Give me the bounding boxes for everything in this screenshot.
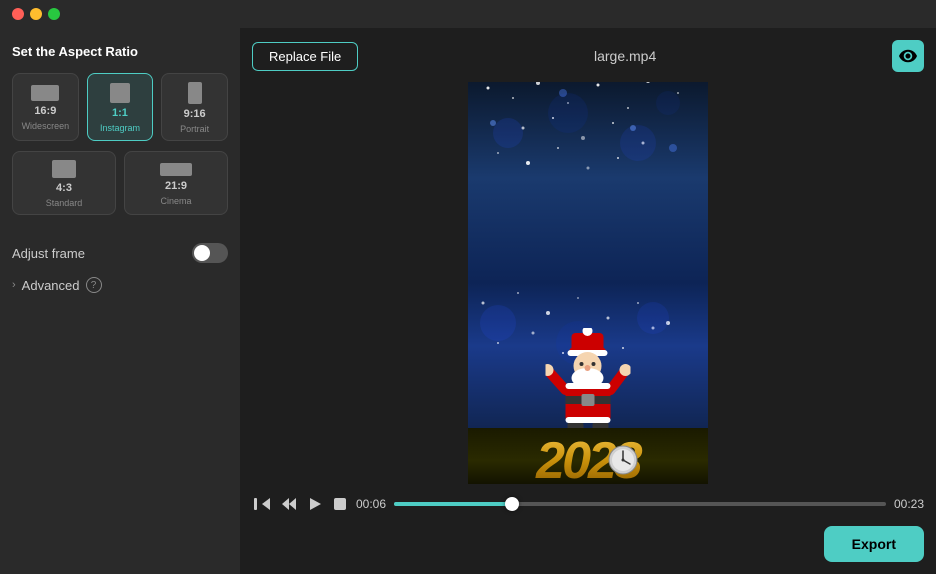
ratio-icon-219: [160, 163, 192, 176]
stop-icon: [334, 498, 346, 510]
skip-back-icon: [254, 496, 270, 512]
frame-back-icon: [282, 497, 296, 511]
traffic-lights: [12, 8, 60, 20]
ratio-sublabel-11: Instagram: [100, 123, 140, 133]
chevron-right-icon: ›: [12, 279, 16, 291]
help-icon[interactable]: ?: [86, 277, 102, 293]
ratio-icon-43: [52, 160, 76, 178]
ratio-label-219: 21:9: [165, 180, 187, 192]
titlebar: [0, 0, 936, 28]
ratio-sublabel-43: Standard: [46, 198, 83, 208]
santa-svg: [546, 328, 631, 443]
ratio-label-169: 16:9: [34, 105, 56, 117]
frame-back-button[interactable]: [280, 495, 298, 513]
sidebar-title: Set the Aspect Ratio: [12, 44, 228, 59]
video-frame: 2023: [468, 82, 708, 484]
progress-thumb[interactable]: [505, 497, 519, 511]
ratio-label-11: 1:1: [112, 107, 128, 119]
progress-fill: [394, 502, 512, 506]
close-button[interactable]: [12, 8, 24, 20]
video-bottom-half: 2023: [468, 283, 708, 484]
ratio-icon-916: [188, 82, 202, 104]
sidebar: Set the Aspect Ratio 16:9 Widescreen 1:1…: [0, 28, 240, 574]
main-layout: Set the Aspect Ratio 16:9 Widescreen 1:1…: [0, 28, 936, 574]
ratio-btn-43[interactable]: 4:3 Standard: [12, 151, 116, 215]
ratio-label-43: 4:3: [56, 182, 72, 194]
top-bar: Replace File large.mp4: [252, 40, 924, 72]
total-time: 00:23: [894, 497, 924, 511]
adjust-frame-toggle[interactable]: [192, 243, 228, 263]
advanced-label: Advanced: [22, 278, 80, 293]
ratio-btn-916[interactable]: 9:16 Portrait: [161, 73, 228, 141]
maximize-button[interactable]: [48, 8, 60, 20]
ratio-icon-11: [110, 83, 130, 103]
ratio-btn-219[interactable]: 21:9 Cinema: [124, 151, 228, 215]
ratio-icon-169: [31, 85, 59, 101]
skip-back-button[interactable]: [252, 494, 272, 514]
stars-svg: [468, 82, 708, 283]
ratio-btn-11[interactable]: 1:1 Instagram: [87, 73, 154, 141]
stars-container: [468, 82, 708, 283]
year-svg: 2023: [468, 428, 708, 484]
video-top-half: [468, 82, 708, 283]
content-area: Replace File large.mp4: [240, 28, 936, 574]
video-preview-container: 2023: [252, 82, 924, 484]
controls-bar: 00:06 00:23: [252, 484, 924, 518]
play-icon: [308, 497, 322, 511]
replace-file-button[interactable]: Replace File: [252, 42, 358, 71]
aspect-ratio-grid-row1: 16:9 Widescreen 1:1 Instagram 9:16 Portr…: [12, 73, 228, 141]
adjust-frame-label: Adjust frame: [12, 246, 85, 261]
ratio-btn-169[interactable]: 16:9 Widescreen: [12, 73, 79, 141]
ratio-label-916: 9:16: [184, 108, 206, 120]
export-button[interactable]: Export: [824, 526, 924, 562]
ratio-sublabel-219: Cinema: [160, 196, 191, 206]
stop-button[interactable]: [332, 496, 348, 512]
preview-eye-button[interactable]: [892, 40, 924, 72]
progress-bar[interactable]: [394, 502, 886, 506]
aspect-ratio-grid-row2: 4:3 Standard 21:9 Cinema: [12, 151, 228, 215]
play-button[interactable]: [306, 495, 324, 513]
file-name: large.mp4: [358, 48, 892, 64]
advanced-row[interactable]: › Advanced ?: [12, 271, 228, 299]
adjust-frame-row: Adjust frame: [12, 235, 228, 271]
minimize-button[interactable]: [30, 8, 42, 20]
year-display: 2023: [468, 428, 708, 484]
ratio-sublabel-916: Portrait: [180, 124, 209, 134]
current-time: 00:06: [356, 497, 386, 511]
toggle-thumb: [194, 245, 210, 261]
bottom-bar: Export: [252, 518, 924, 562]
eye-icon: [899, 47, 917, 65]
ratio-sublabel-169: Widescreen: [22, 121, 70, 131]
